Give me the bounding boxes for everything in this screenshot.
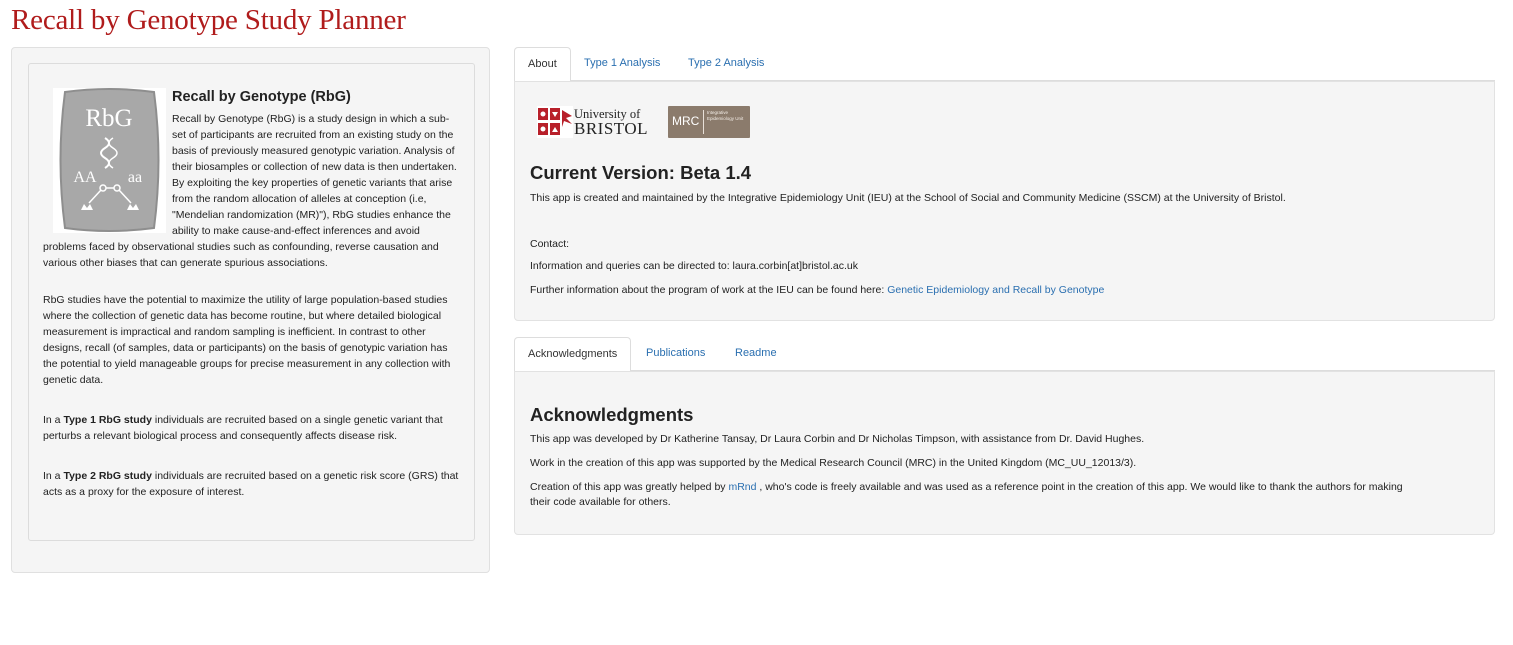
ack-mrnd-cont: their code available for others.: [530, 496, 671, 508]
sidebar-panel: RbG AA aa Recall by Genotype (RbG) Recal…: [11, 47, 490, 573]
tab-type2-analysis[interactable]: Type 2 Analysis: [675, 47, 777, 81]
bristol-name-text: BRISTOL: [574, 119, 649, 138]
ack-developers: This app was developed by Dr Katherine T…: [530, 433, 1145, 445]
contact-text: Information and queries can be directed …: [530, 260, 859, 272]
potential-paragraph: RbG studies have the potential to maximi…: [43, 294, 451, 386]
mrc-text: MRC: [672, 114, 700, 128]
bristol-logo: University of BRISTOL: [537, 104, 655, 140]
type2-term: Type 2 RbG study: [63, 470, 152, 482]
about-panel: University of BRISTOL MRC Integrative Ep…: [514, 81, 1495, 321]
type1-paragraph: In a Type 1 RbG study individuals are re…: [43, 414, 443, 442]
ack-funding: Work in the creation of this app was sup…: [530, 457, 1137, 469]
info-tabs: Acknowledgments Publications Readme: [514, 337, 1495, 372]
mrc-ieu-logo: MRC Integrative Epidemiology Unit: [668, 106, 750, 138]
tab-publications[interactable]: Publications: [633, 337, 718, 371]
type2-paragraph: In a Type 2 RbG study individuals are re…: [43, 470, 459, 498]
svg-text:aa: aa: [128, 169, 142, 186]
tab-about[interactable]: About: [514, 47, 571, 82]
acknowledgments-panel: Acknowledgments This app was developed b…: [514, 371, 1495, 535]
rbg-logo: RbG AA aa: [53, 88, 166, 233]
bristol-crest-icon: [537, 106, 573, 138]
version-heading: Current Version: Beta 1.4: [530, 162, 752, 183]
mrnd-link[interactable]: mRnd: [728, 481, 756, 493]
ack-mrnd: Creation of this app was greatly helped …: [530, 481, 1403, 493]
genetic-epidemiology-link[interactable]: Genetic Epidemiology and Recall by Genot…: [887, 284, 1104, 296]
main-tabs: About Type 1 Analysis Type 2 Analysis: [514, 47, 1495, 82]
further-info-text: Further information about the program of…: [530, 284, 1105, 296]
svg-text:AA: AA: [73, 169, 97, 186]
acknowledgments-heading: Acknowledgments: [530, 404, 694, 425]
type1-term: Type 1 RbG study: [63, 414, 152, 426]
rbg-logo-text: RbG: [85, 105, 132, 132]
tab-readme[interactable]: Readme: [722, 337, 790, 371]
app-title: Recall by Genotype Study Planner: [11, 4, 406, 36]
sidebar-well: RbG AA aa Recall by Genotype (RbG) Recal…: [28, 63, 475, 541]
about-description: This app is created and maintained by th…: [530, 192, 1286, 204]
tab-type1-analysis[interactable]: Type 1 Analysis: [571, 47, 673, 81]
tab-acknowledgments[interactable]: Acknowledgments: [514, 337, 632, 372]
contact-label: Contact:: [530, 238, 570, 250]
mrc-subtext: Integrative Epidemiology Unit: [707, 110, 744, 121]
